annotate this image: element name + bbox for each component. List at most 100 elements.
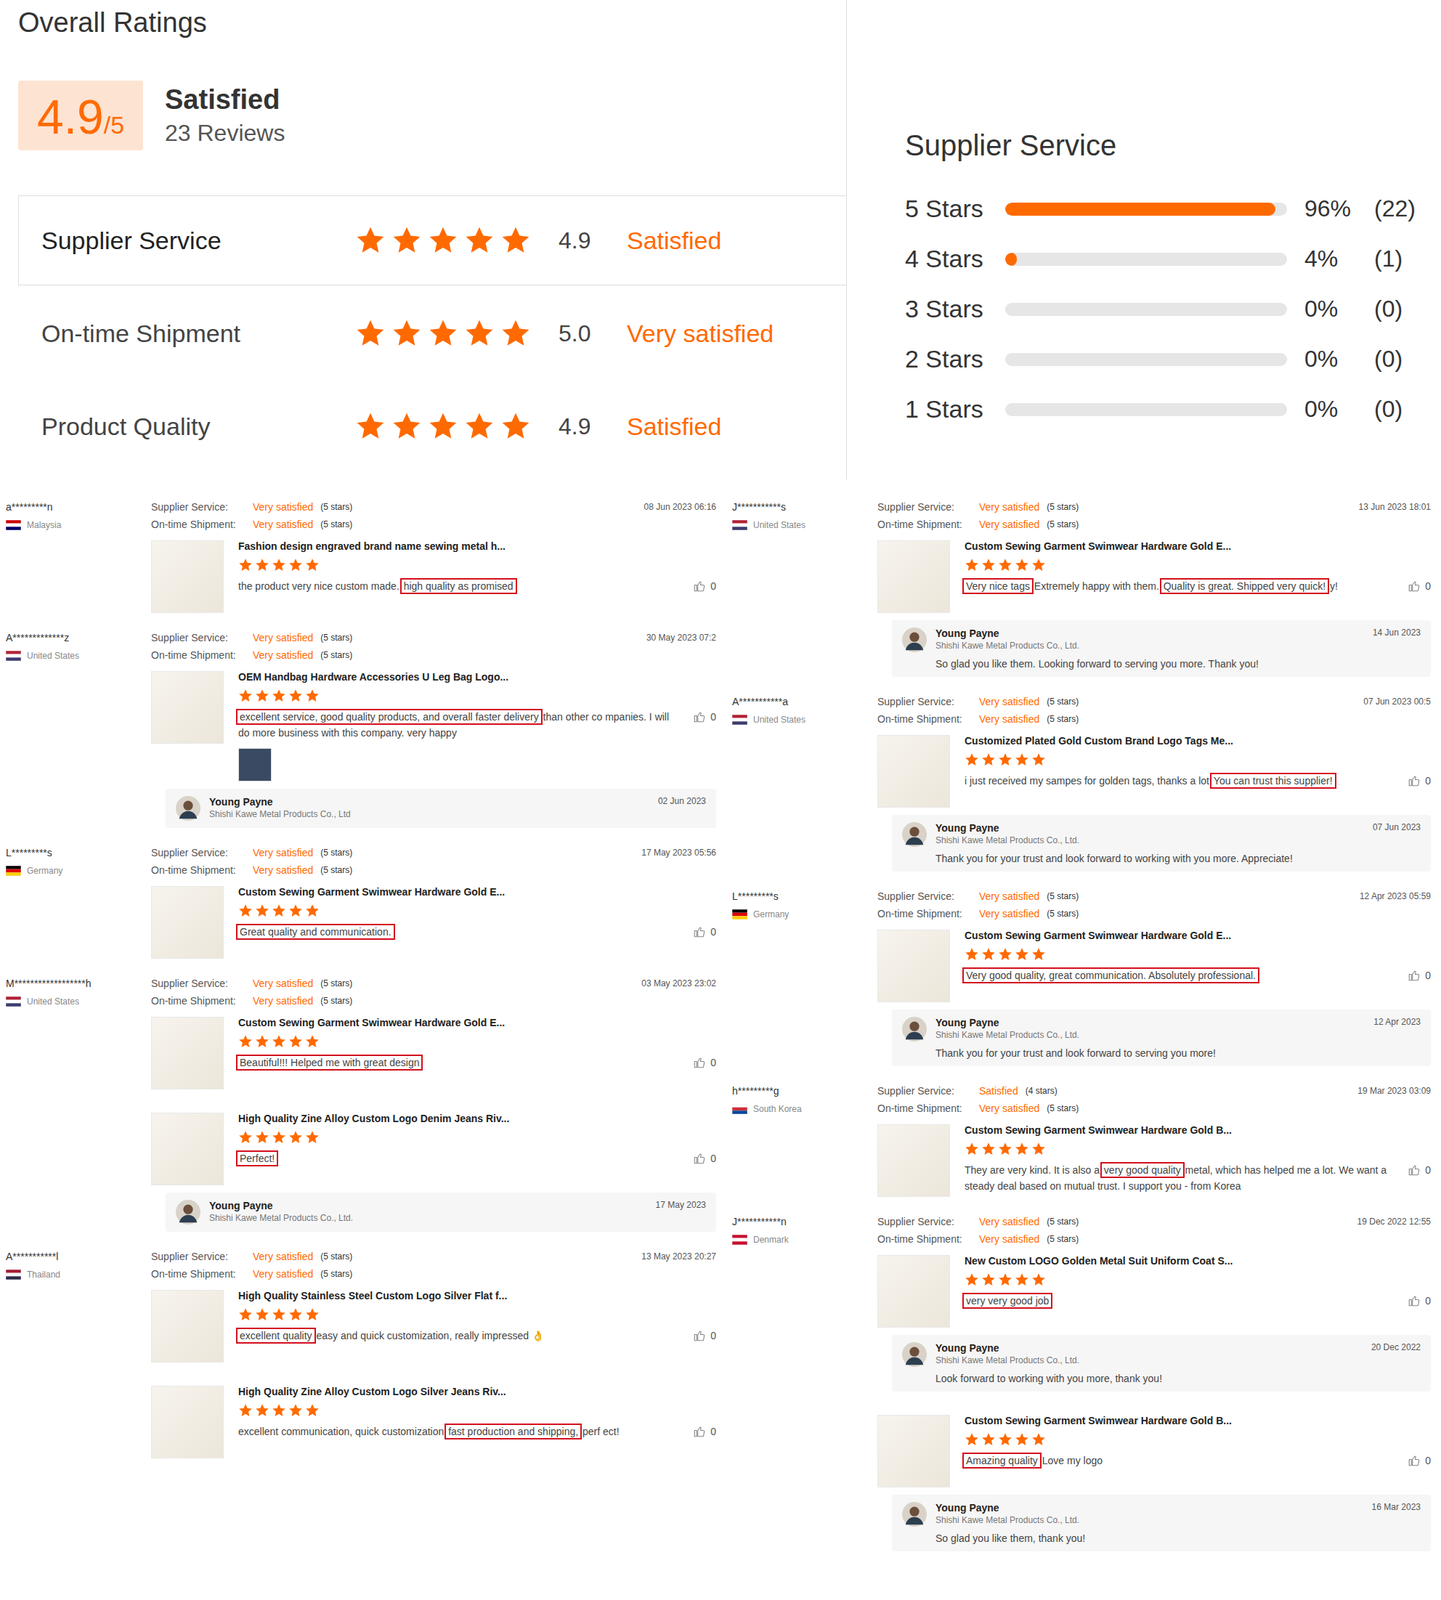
product-thumbnail[interactable] xyxy=(151,1112,224,1186)
product-title[interactable]: Custom Sewing Garment Swimwear Hardware … xyxy=(964,1124,1431,1136)
rating-row[interactable]: On-time Shipment5.0Very satisfied xyxy=(18,288,847,379)
star-rating xyxy=(355,318,559,349)
meta-label: On-time Shipment: xyxy=(151,518,246,531)
seller-reply: Young Payne07 Jun 2023Shishi Kawe Metal … xyxy=(891,814,1431,872)
star-icon xyxy=(271,1130,287,1145)
star-icon xyxy=(1031,752,1046,767)
bar-track xyxy=(1005,202,1288,216)
product-thumbnail[interactable] xyxy=(151,886,224,959)
like-button[interactable]: 0 xyxy=(1407,968,1431,982)
reply-author: Young Payne xyxy=(935,1016,1000,1029)
reviewer-country: South Korea xyxy=(732,1103,878,1115)
star-icon xyxy=(238,688,253,704)
product-title[interactable]: OEM Handbag Hardware Accessories U Leg B… xyxy=(238,671,717,683)
like-button[interactable]: 0 xyxy=(692,1425,717,1439)
product-title[interactable]: High Quality Zine Alloy Custom Logo Silv… xyxy=(238,1385,717,1398)
like-button[interactable]: 0 xyxy=(692,579,717,593)
meta-label: Supplier Service: xyxy=(151,977,246,990)
review-body: Supplier Service:Very satisfied(5 stars)… xyxy=(151,843,717,959)
star-icon xyxy=(305,557,320,573)
product-thumbnail[interactable] xyxy=(151,1289,224,1363)
like-button[interactable]: 0 xyxy=(1407,1294,1431,1308)
star-icon xyxy=(355,225,386,256)
product-thumbnail[interactable] xyxy=(151,540,224,614)
star-icon xyxy=(964,557,980,573)
meta-value: Satisfied xyxy=(979,1085,1019,1097)
reply-message: So glad you like them. Looking forward t… xyxy=(935,658,1421,670)
product-title[interactable]: Fashion design engraved brand name sewin… xyxy=(238,540,717,552)
like-button[interactable]: 0 xyxy=(692,925,717,939)
product-thumbnail[interactable] xyxy=(877,735,951,808)
product-title[interactable]: Custom Sewing Garment Swimwear Hardware … xyxy=(964,1414,1431,1427)
review-text-row: excellent quality easy and quick customi… xyxy=(238,1327,717,1344)
review-text-segment: Perfect! xyxy=(238,1152,276,1165)
product-thumbnail[interactable] xyxy=(877,540,951,614)
rating-row[interactable]: Supplier Service4.9Satisfied xyxy=(18,195,847,286)
reply-body: Young Payne20 Dec 2022Shishi Kawe Metal … xyxy=(935,1342,1421,1385)
reviewer: J***********nDenmark xyxy=(732,1212,878,1392)
star-icon xyxy=(271,903,287,919)
like-button[interactable]: 0 xyxy=(1407,579,1431,593)
product-thumbnail[interactable] xyxy=(151,671,224,744)
like-button[interactable]: 0 xyxy=(1407,1163,1431,1177)
product-thumbnail[interactable] xyxy=(151,1016,224,1090)
product-thumbnail[interactable] xyxy=(877,929,951,1003)
meta-value: Very satisfied xyxy=(979,1233,1040,1245)
review-meta: Supplier Service:Very satisfied(5 stars)… xyxy=(877,692,1431,711)
product-thumbnail[interactable] xyxy=(877,1414,951,1488)
product-title[interactable]: Custom Sewing Garment Swimwear Hardware … xyxy=(964,540,1431,552)
like-button[interactable]: 0 xyxy=(1407,1454,1431,1468)
product-body: Custom Sewing Garment Swimwear Hardware … xyxy=(238,886,717,959)
review-date: 13 Jun 2023 18:01 xyxy=(1358,501,1431,513)
like-count: 0 xyxy=(1425,969,1431,982)
product-title[interactable]: Custom Sewing Garment Swimwear Hardware … xyxy=(964,929,1431,942)
like-button[interactable]: 0 xyxy=(692,710,717,724)
review-stars xyxy=(238,1403,717,1418)
product-title[interactable]: Custom Sewing Garment Swimwear Hardware … xyxy=(238,1016,717,1029)
review-stars xyxy=(964,1141,1431,1157)
star-icon xyxy=(1014,947,1030,962)
product-title[interactable]: Custom Sewing Garment Swimwear Hardware … xyxy=(238,886,717,898)
reviewer-country: United States xyxy=(5,996,152,1007)
meta-value: Very satisfied xyxy=(252,1268,314,1280)
review-stars xyxy=(964,947,1431,962)
like-button[interactable]: 0 xyxy=(692,1056,717,1070)
breakdown-row: 5 Stars96%(22) xyxy=(904,183,1441,234)
star-icon xyxy=(305,903,320,919)
star-icon xyxy=(391,411,422,442)
meta-label: Supplier Service: xyxy=(151,1250,246,1263)
star-icon xyxy=(254,903,270,919)
rating-score: 4.9 xyxy=(558,413,627,441)
bar-percent: 0% xyxy=(1304,345,1375,373)
review-photo[interactable] xyxy=(238,748,272,782)
product-row: High Quality Zine Alloy Custom Logo Silv… xyxy=(151,1385,717,1459)
flag-icon xyxy=(5,1269,22,1280)
reply-date: 02 Jun 2023 xyxy=(658,796,706,808)
like-button[interactable]: 0 xyxy=(692,1329,717,1343)
rating-row[interactable]: Product Quality4.9Satisfied xyxy=(18,381,847,472)
review-text-segment: Great quality and communication. xyxy=(238,926,393,938)
like-count: 0 xyxy=(710,926,717,938)
meta-detail: (5 stars) xyxy=(1046,713,1079,725)
product-thumbnail[interactable] xyxy=(151,1385,224,1459)
thumbs-up-icon xyxy=(1407,968,1421,982)
product-title[interactable]: New Custom LOGO Golden Metal Suit Unifor… xyxy=(964,1255,1431,1267)
star-icon xyxy=(271,688,287,704)
star-icon xyxy=(427,225,459,256)
product-thumbnail[interactable] xyxy=(877,1124,951,1197)
meta-detail: (5 stars) xyxy=(320,501,353,513)
product-title[interactable]: High Quality Stainless Steel Custom Logo… xyxy=(238,1289,717,1302)
like-button[interactable]: 0 xyxy=(692,1151,717,1166)
review: h*********gSouth KoreaSupplier Service:S… xyxy=(726,1077,1431,1203)
avatar-icon xyxy=(902,822,927,847)
product-title[interactable]: High Quality Zine Alloy Custom Logo Deni… xyxy=(238,1112,717,1125)
reviewer-country: Denmark xyxy=(732,1234,878,1245)
product-thumbnail[interactable] xyxy=(877,1255,951,1328)
meta-label: On-time Shipment: xyxy=(877,1102,972,1115)
product-title[interactable]: Customized Plated Gold Custom Brand Logo… xyxy=(964,735,1431,747)
meta-detail: (5 stars) xyxy=(320,978,353,989)
star-icon xyxy=(305,1130,320,1145)
reply-author: Young Payne xyxy=(935,627,1000,640)
like-button[interactable]: 0 xyxy=(1407,774,1431,788)
review: A***********lThailandSupplier Service:Ve… xyxy=(0,1243,717,1369)
